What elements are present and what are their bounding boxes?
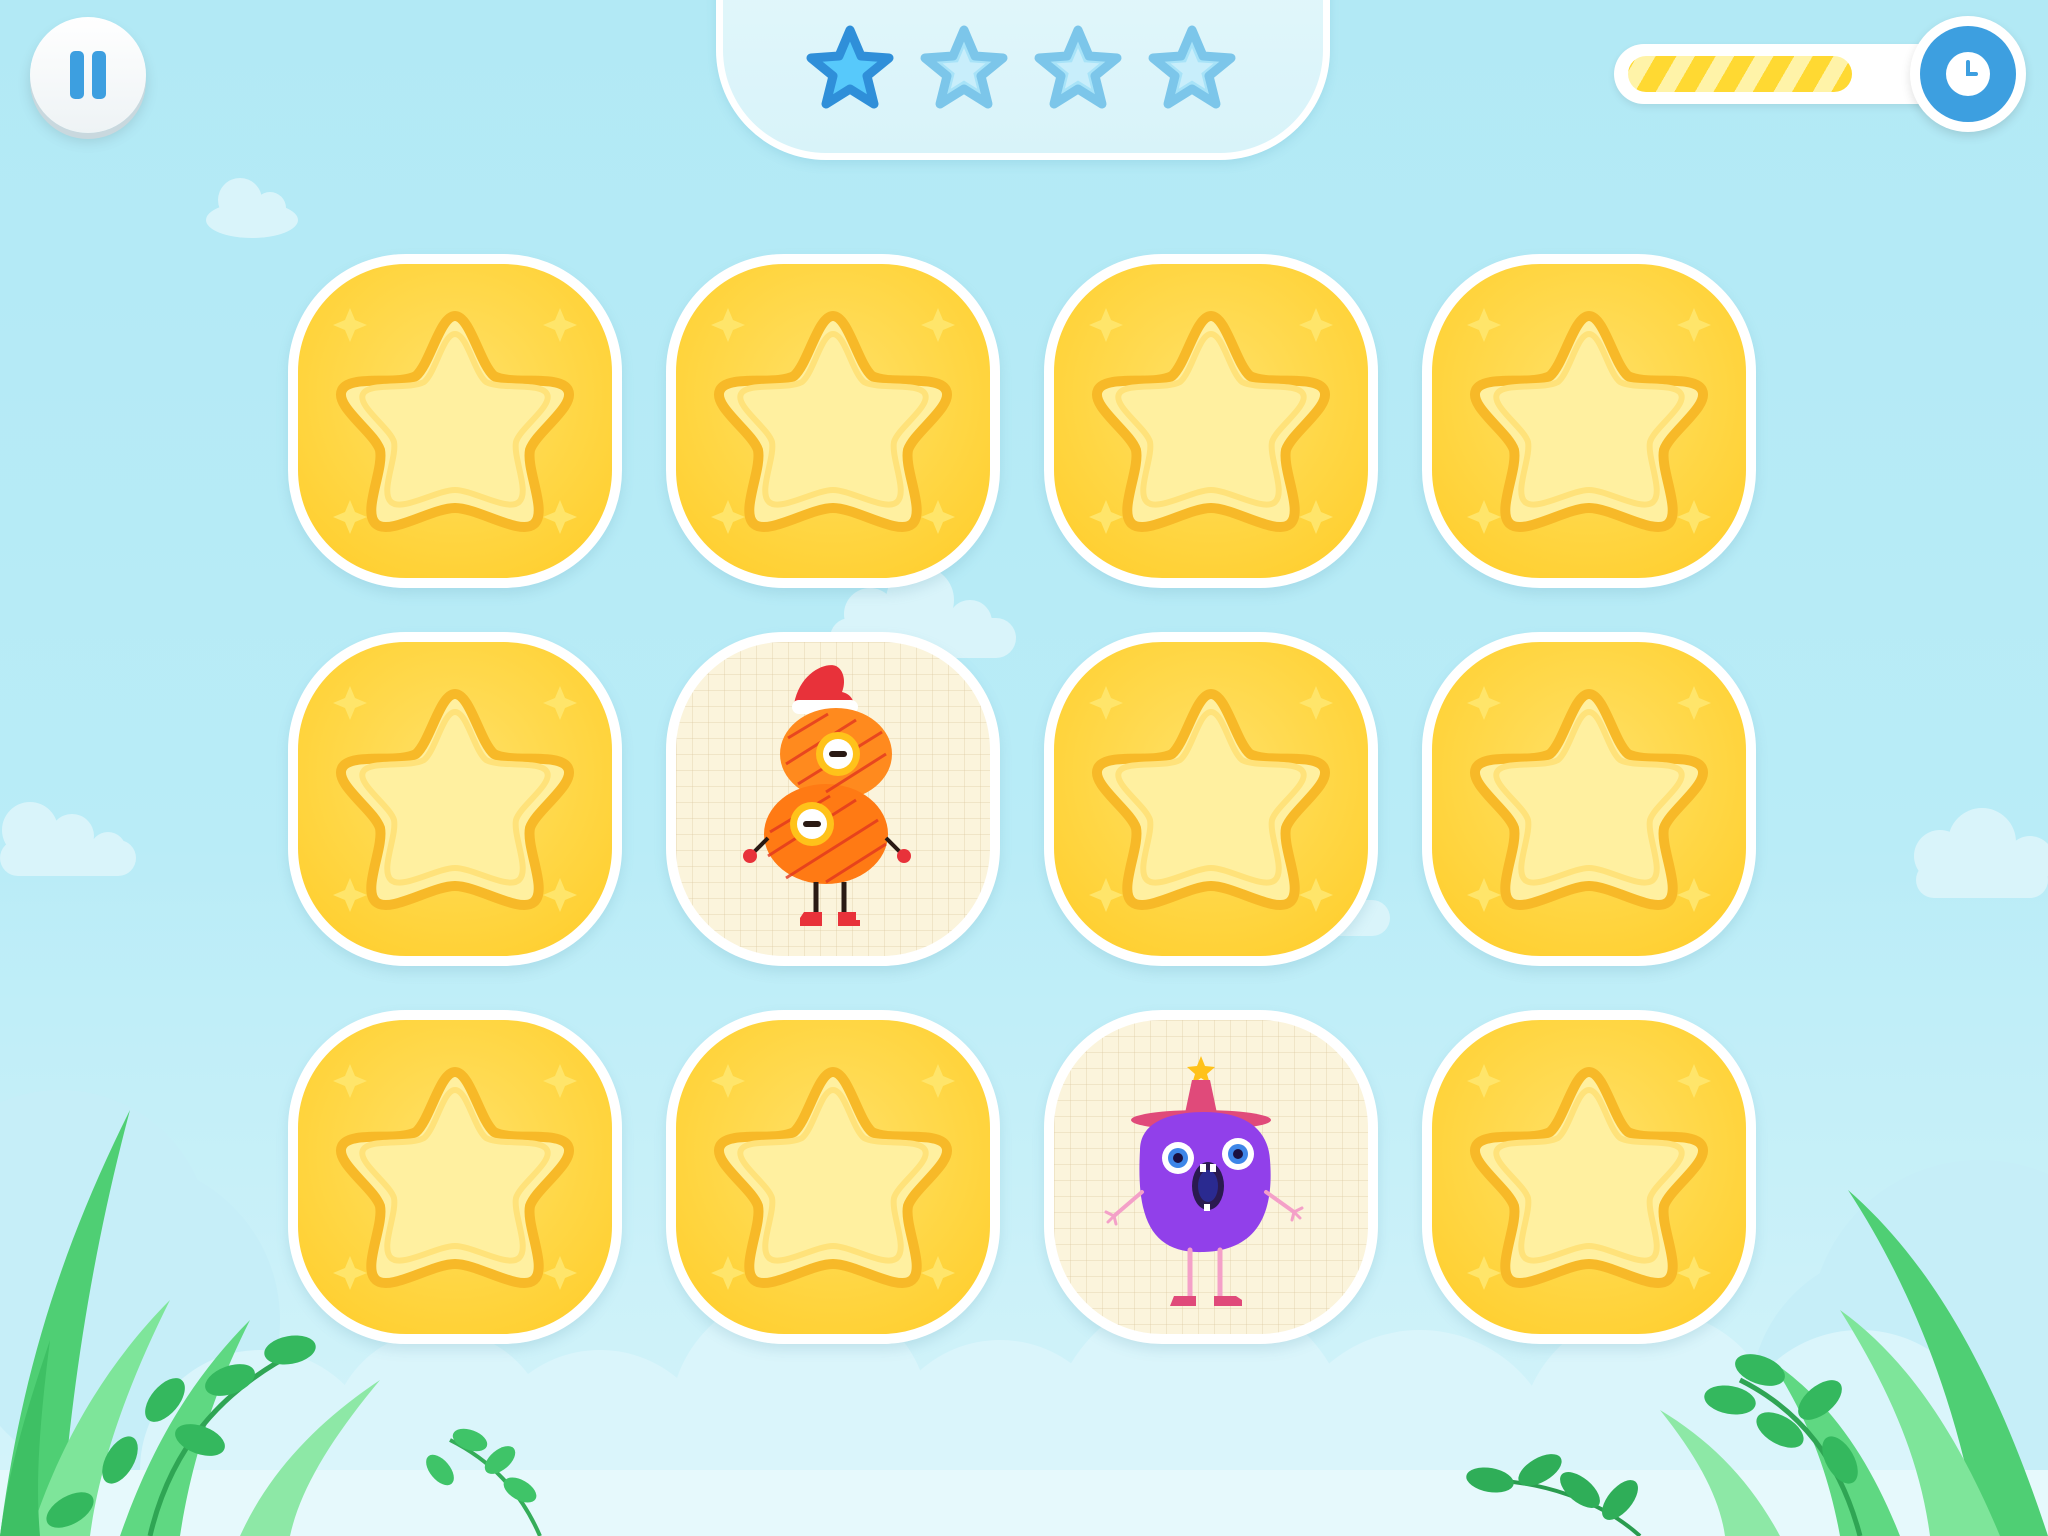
memory-card-hidden[interactable] <box>288 254 622 588</box>
star-card-back-icon <box>1467 1064 1711 1290</box>
star-card-back-icon <box>1089 308 1333 534</box>
star-card-back-icon <box>333 308 577 534</box>
cloud-decoration <box>1914 808 2048 898</box>
memory-card-hidden[interactable] <box>666 254 1000 588</box>
memory-card-hidden[interactable] <box>288 1010 622 1344</box>
star-card-back-icon <box>711 1064 955 1290</box>
memory-card-hidden[interactable] <box>1044 254 1378 588</box>
memory-card-revealed[interactable] <box>666 632 1000 966</box>
memory-card-hidden[interactable] <box>666 1010 1000 1344</box>
memory-card-hidden[interactable] <box>1422 1010 1756 1344</box>
star-empty-icon <box>1028 20 1128 120</box>
star-card-back-icon <box>333 686 577 912</box>
star-empty-icon <box>914 20 1014 120</box>
star-card-back-icon <box>711 308 955 534</box>
star-card-back-icon <box>1467 686 1711 912</box>
star-earned-icon <box>800 20 900 120</box>
star-card-back-icon <box>1467 308 1711 534</box>
clock-icon <box>1920 26 2016 122</box>
memory-card-hidden[interactable] <box>288 632 622 966</box>
number-eight-monster-icon <box>743 665 911 926</box>
memory-card-hidden[interactable] <box>1422 632 1756 966</box>
memory-card-revealed[interactable] <box>1044 1010 1378 1344</box>
timer-clock <box>1910 16 2026 132</box>
memory-card-hidden[interactable] <box>1422 254 1756 588</box>
pause-icon <box>70 51 106 99</box>
star-card-back-icon <box>1089 686 1333 912</box>
memory-card-hidden[interactable] <box>1044 632 1378 966</box>
cloud-decoration <box>206 178 298 238</box>
timer-bar <box>1614 44 1954 104</box>
timer-bar-fill <box>1628 56 1852 92</box>
cloud-decoration <box>0 802 136 876</box>
pause-button[interactable] <box>30 17 146 133</box>
star-empty-icon <box>1142 20 1242 120</box>
star-card-back-icon <box>333 1064 577 1290</box>
purple-monster-icon <box>1104 1056 1304 1306</box>
